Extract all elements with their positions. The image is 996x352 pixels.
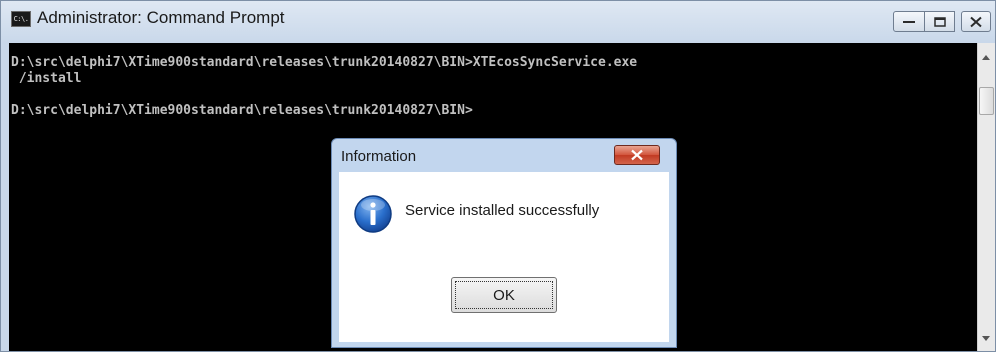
scroll-thumb[interactable] xyxy=(979,87,994,115)
close-icon xyxy=(970,16,982,27)
window-title: Administrator: Command Prompt xyxy=(37,8,285,27)
ok-button[interactable]: OK xyxy=(451,277,557,313)
dialog-close-button[interactable] xyxy=(614,145,660,165)
minimize-button[interactable] xyxy=(893,11,925,32)
maximize-icon xyxy=(933,16,946,27)
close-icon xyxy=(631,149,643,161)
info-icon xyxy=(354,195,392,233)
dialog-message: Service installed successfully xyxy=(405,202,600,219)
title-bar[interactable]: C:\. Administrator: Command Prompt xyxy=(1,1,995,43)
information-dialog: Information Service installed successful… xyxy=(331,138,677,348)
dialog-title: Information xyxy=(341,148,417,165)
scroll-up-icon[interactable] xyxy=(982,55,990,60)
cmd-app-icon: C:\. xyxy=(11,11,31,27)
console-line: D:\src\delphi7\XTime900standard\releases… xyxy=(11,103,473,118)
console-line: D:\src\delphi7\XTime900standard\releases… xyxy=(11,55,638,70)
focus-ring xyxy=(455,281,553,309)
close-button[interactable] xyxy=(961,11,991,32)
maximize-button[interactable] xyxy=(925,11,955,32)
scroll-down-icon[interactable] xyxy=(982,336,990,341)
console-line: /install xyxy=(11,71,82,86)
vertical-scrollbar[interactable] xyxy=(977,43,995,351)
dialog-body: Service installed successfully OK xyxy=(339,172,669,342)
minimize-icon xyxy=(903,20,915,23)
